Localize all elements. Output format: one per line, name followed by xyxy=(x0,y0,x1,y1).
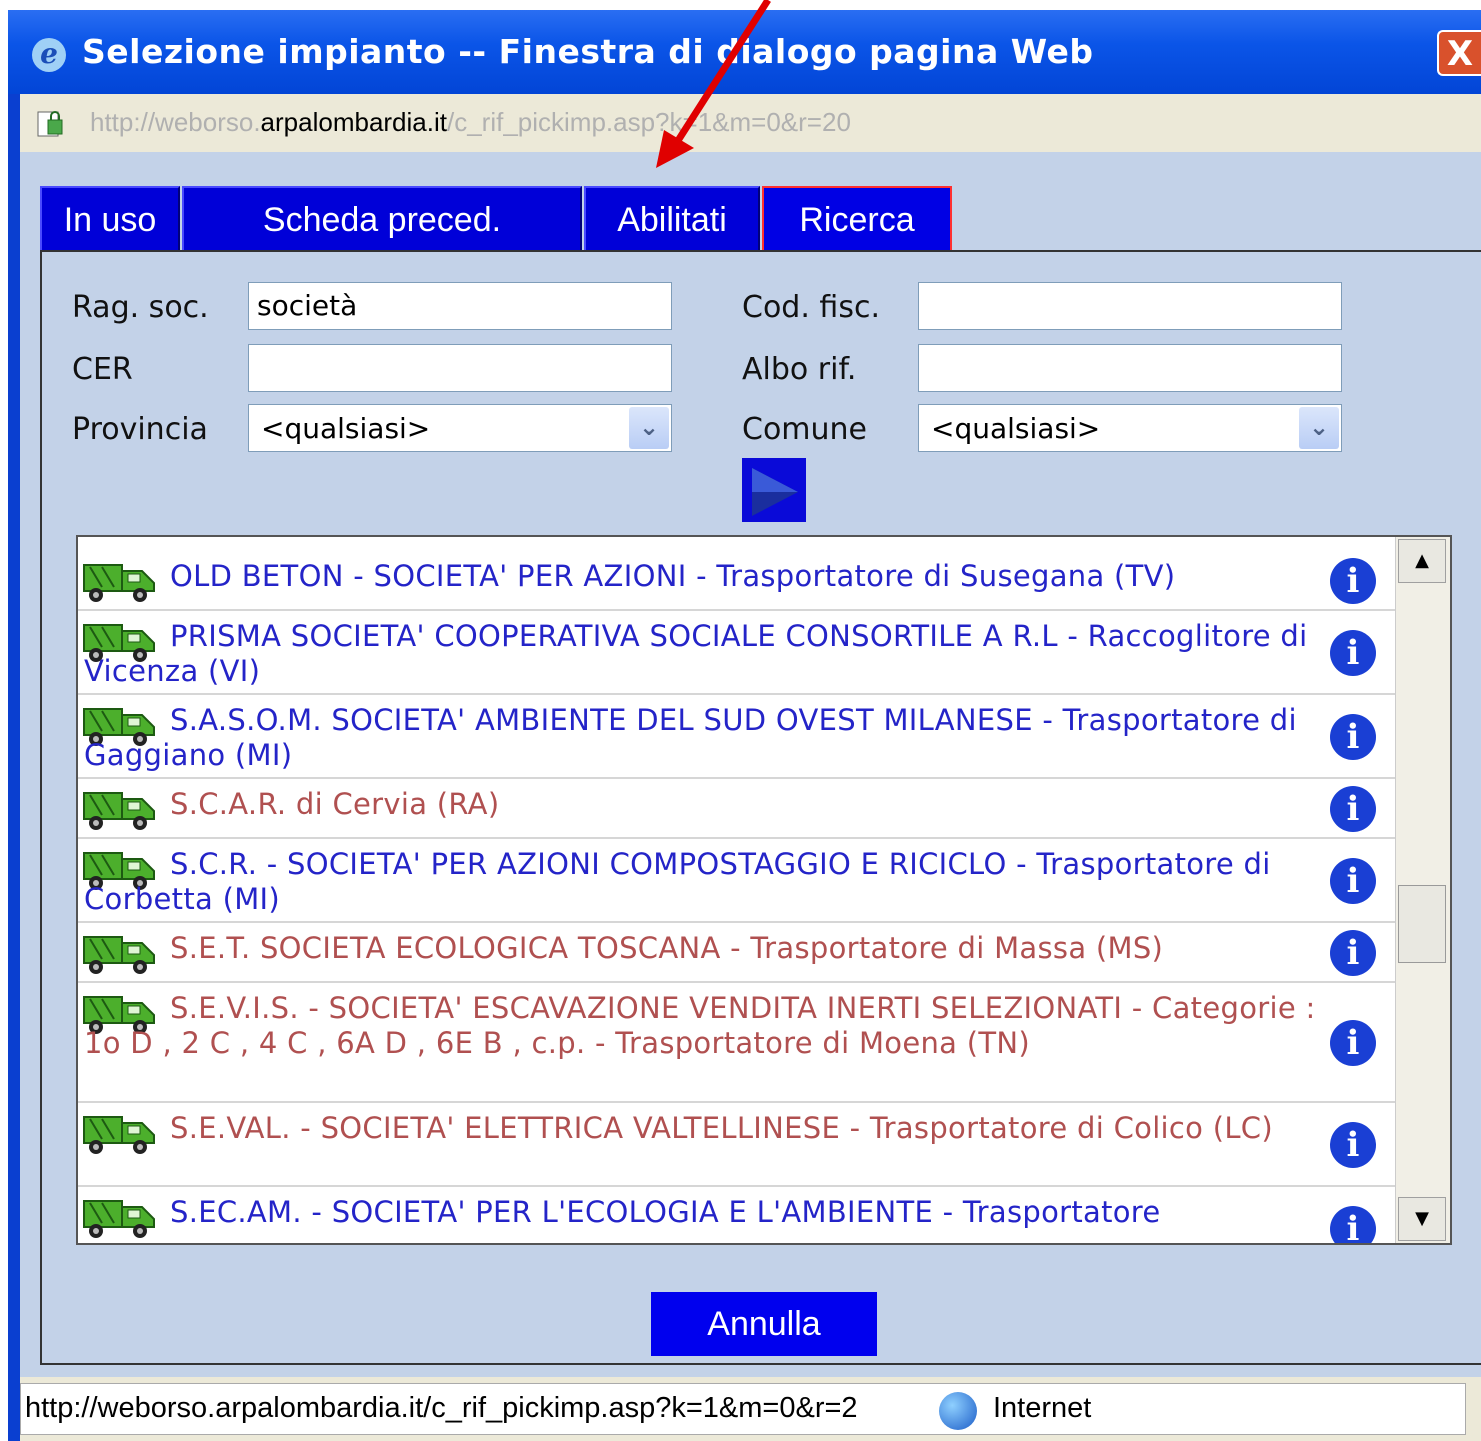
comune-value: <qualsiasi> xyxy=(931,412,1101,445)
info-icon[interactable]: i xyxy=(1330,630,1376,676)
result-row[interactable]: PRISMA SOCIETA' COOPERATIVA SOCIALE CONS… xyxy=(78,611,1396,695)
title-bar: e Selezione impianto -- Finestra di dial… xyxy=(8,0,1481,94)
tab-ricerca[interactable]: Ricerca xyxy=(762,186,952,252)
scroll-up-button[interactable]: ▲ xyxy=(1398,539,1446,583)
result-link[interactable]: S.E.V.I.S. - SOCIETA' ESCAVAZIONE VENDIT… xyxy=(84,991,1326,1061)
chevron-down-icon[interactable]: ⌄ xyxy=(1299,407,1339,449)
result-row[interactable]: S.E.V.I.S. - SOCIETA' ESCAVAZIONE VENDIT… xyxy=(78,983,1396,1103)
close-button[interactable]: X xyxy=(1437,30,1481,76)
tab-abilitati[interactable]: Abilitati xyxy=(584,186,760,252)
search-go-button[interactable] xyxy=(742,458,806,522)
result-link[interactable]: S.C.R. - SOCIETA' PER AZIONI COMPOSTAGGI… xyxy=(84,847,1326,917)
result-link[interactable]: S.E.VAL. - SOCIETA' ELETTRICA VALTELLINE… xyxy=(84,1111,1326,1146)
address-suffix: /c_rif_pickimp.asp?k=1&m=0&r=20 xyxy=(446,107,851,137)
provincia-select[interactable]: <qualsiasi> ⌄ xyxy=(248,404,672,452)
albo-input[interactable] xyxy=(918,344,1342,392)
albo-label: Albo rif. xyxy=(742,352,857,387)
tab-scheda-preced[interactable]: Scheda preced. xyxy=(182,186,582,252)
play-arrow-icon xyxy=(752,468,798,516)
info-icon[interactable]: i xyxy=(1330,1206,1376,1243)
chevron-down-icon[interactable]: ⌄ xyxy=(629,407,669,449)
ie-icon: e xyxy=(32,38,66,72)
info-icon[interactable]: i xyxy=(1330,558,1376,604)
status-bar: http://weborso.arpalombardia.it/c_rif_pi… xyxy=(20,1377,1481,1441)
result-link[interactable]: OLD BETON - SOCIETA' PER AZIONI - Traspo… xyxy=(84,559,1326,594)
result-link[interactable]: S.EC.AM. - SOCIETA' PER L'ECOLOGIA E L'A… xyxy=(84,1195,1326,1230)
comune-select[interactable]: <qualsiasi> ⌄ xyxy=(918,404,1342,452)
comune-label: Comune xyxy=(742,412,868,447)
ragsoc-input[interactable]: società xyxy=(248,282,672,330)
result-row[interactable]: S.A.S.O.M. SOCIETA' AMBIENTE DEL SUD OVE… xyxy=(78,695,1396,779)
status-url: http://weborso.arpalombardia.it/c_rif_pi… xyxy=(25,1392,858,1424)
result-row[interactable]: S.EC.AM. - SOCIETA' PER L'ECOLOGIA E L'A… xyxy=(78,1187,1396,1243)
info-icon[interactable]: i xyxy=(1330,786,1376,832)
address-url: http://weborso.arpalombardia.it/c_rif_pi… xyxy=(90,107,851,138)
cancel-button[interactable]: Annulla xyxy=(651,1292,877,1356)
cer-label: CER xyxy=(72,352,133,387)
provincia-label: Provincia xyxy=(72,412,208,447)
cer-input[interactable] xyxy=(248,344,672,392)
security-zone: Internet xyxy=(993,1392,1092,1424)
info-icon[interactable]: i xyxy=(1330,714,1376,760)
scroll-thumb[interactable] xyxy=(1398,885,1446,963)
info-icon[interactable]: i xyxy=(1330,858,1376,904)
info-icon[interactable]: i xyxy=(1330,1122,1376,1168)
vertical-scrollbar[interactable]: ▲ ▼ xyxy=(1395,537,1450,1243)
scroll-down-button[interactable]: ▼ xyxy=(1398,1197,1446,1241)
tab-in-uso[interactable]: In uso xyxy=(40,186,180,252)
provincia-value: <qualsiasi> xyxy=(261,412,431,445)
result-row[interactable]: S.E.T. SOCIETA ECOLOGICA TOSCANA - Trasp… xyxy=(78,923,1396,983)
codfisc-label: Cod. fisc. xyxy=(742,290,880,325)
result-link[interactable]: S.A.S.O.M. SOCIETA' AMBIENTE DEL SUD OVE… xyxy=(84,703,1326,773)
ragsoc-label: Rag. soc. xyxy=(72,290,209,325)
address-bar: http://weborso.arpalombardia.it/c_rif_pi… xyxy=(20,94,1481,153)
results-list: OLD BETON - SOCIETA' PER AZIONI - Traspo… xyxy=(76,535,1452,1245)
client-area: http://weborso.arpalombardia.it/c_rif_pi… xyxy=(20,94,1481,1441)
result-row[interactable]: S.C.A.R. di Cervia (RA) i xyxy=(78,779,1396,839)
address-domain: arpalombardia.it xyxy=(260,107,447,137)
codfisc-input[interactable] xyxy=(918,282,1342,330)
result-link[interactable]: PRISMA SOCIETA' COOPERATIVA SOCIALE CONS… xyxy=(84,619,1326,689)
result-row[interactable]: S.E.VAL. - SOCIETA' ELETTRICA VALTELLINE… xyxy=(78,1103,1396,1187)
info-icon[interactable]: i xyxy=(1330,930,1376,976)
window-title: Selezione impianto -- Finestra di dialog… xyxy=(82,32,1094,71)
result-row[interactable]: S.C.R. - SOCIETA' PER AZIONI COMPOSTAGGI… xyxy=(78,839,1396,923)
info-icon[interactable]: i xyxy=(1330,1020,1376,1066)
dialog-window: e Selezione impianto -- Finestra di dial… xyxy=(8,0,1481,1441)
address-prefix: http://weborso. xyxy=(90,107,261,137)
result-link[interactable]: S.C.A.R. di Cervia (RA) xyxy=(84,787,1326,822)
result-row[interactable]: OLD BETON - SOCIETA' PER AZIONI - Traspo… xyxy=(78,551,1396,611)
globe-icon xyxy=(939,1392,977,1430)
page-lock-icon xyxy=(37,111,63,137)
result-link[interactable]: S.E.T. SOCIETA ECOLOGICA TOSCANA - Trasp… xyxy=(84,931,1326,966)
status-main: http://weborso.arpalombardia.it/c_rif_pi… xyxy=(20,1383,1466,1435)
